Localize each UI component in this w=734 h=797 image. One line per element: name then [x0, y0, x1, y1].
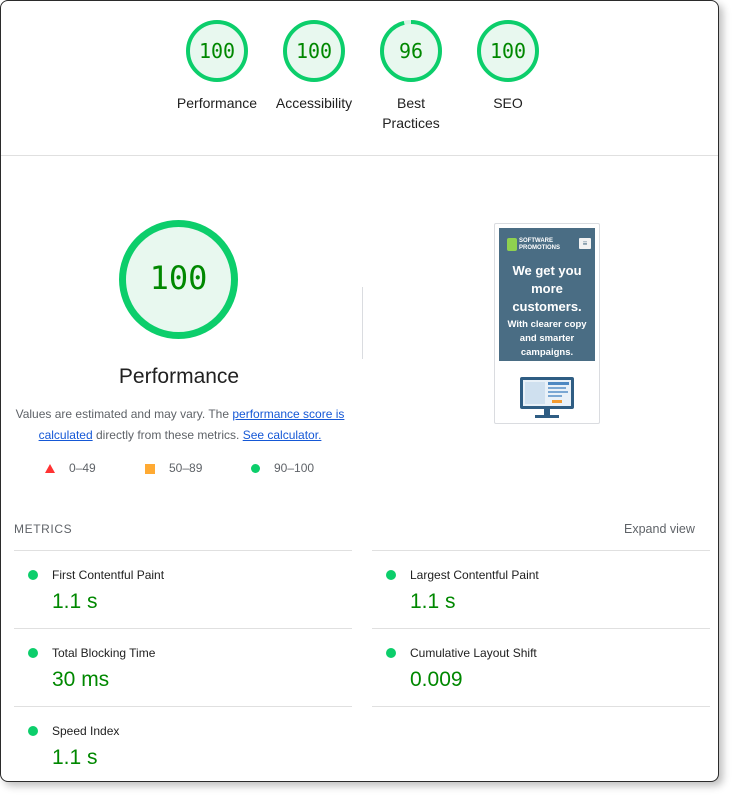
final-screenshot[interactable]: SOFTWARE PROMOTIONS ≡ We get you more cu… [494, 223, 600, 424]
performance-title: Performance [118, 365, 240, 388]
legend-fail: 0–49 [45, 461, 96, 475]
gauge-label: Accessibility [275, 95, 353, 111]
metrics-heading: METRICS [14, 522, 73, 536]
metric-value: 1.1 s [52, 590, 98, 613]
score-description: Values are estimated and may vary. The p… [13, 404, 347, 446]
legend-pass: 90–100 [251, 461, 314, 475]
gauge-label: SEO [493, 95, 523, 111]
circle-icon [251, 464, 260, 474]
divider [14, 550, 352, 551]
gauge-ring: 100 [476, 19, 540, 83]
metric-value: 0.009 [410, 668, 463, 691]
legend-range: 50–89 [169, 461, 203, 475]
performance-gauge-large: 100 [118, 219, 239, 340]
desc-text: directly from these metrics. [92, 428, 243, 442]
gauge-score: 100 [198, 39, 236, 63]
pass-circle-icon [28, 570, 38, 580]
gauge-label: Performance [176, 95, 258, 111]
metric-value: 1.1 s [52, 746, 98, 769]
metric-title: Speed Index [52, 724, 120, 738]
screenshot-subheadline: With clearer copy and smarter campaigns. [507, 319, 587, 358]
pass-circle-icon [386, 570, 396, 580]
divider [372, 550, 710, 551]
pass-circle-icon [28, 726, 38, 736]
gauge-best-practices[interactable]: 96 Best Practices [366, 19, 456, 133]
pass-circle-icon [28, 648, 38, 658]
screenshot-headline: We get you more customers. [512, 263, 582, 314]
divider [372, 706, 710, 707]
see-calculator-link[interactable]: See calculator. [243, 428, 322, 442]
metric-title: Total Blocking Time [52, 646, 156, 660]
gauge-accessibility[interactable]: 100 Accessibility [269, 19, 359, 113]
divider [372, 628, 710, 629]
metric-title: Cumulative Layout Shift [410, 646, 537, 660]
metric-value: 30 ms [52, 668, 110, 691]
expand-view-toggle[interactable]: Expand view [624, 522, 695, 536]
gauge-performance[interactable]: 100 Performance [172, 19, 262, 113]
metric-value: 1.1 s [410, 590, 456, 613]
gauge-ring: 96 [379, 19, 443, 83]
triangle-icon [45, 464, 55, 474]
screenshot-hero: SOFTWARE PROMOTIONS ≡ We get you more cu… [499, 228, 595, 361]
square-icon [145, 463, 155, 474]
desc-text: Values are estimated and may vary. The [15, 407, 233, 421]
legend-average: 50–89 [145, 461, 202, 475]
gauge-score: 96 [398, 39, 424, 63]
divider [14, 628, 352, 629]
monitor-illustration-icon [520, 377, 574, 418]
divider [14, 706, 352, 707]
gauge-seo[interactable]: 100 SEO [463, 19, 553, 113]
site-logo: SOFTWARE PROMOTIONS [507, 236, 563, 254]
performance-score: 100 [149, 259, 208, 297]
gauge-ring: 100 [185, 19, 249, 83]
gauge-ring: 100 [282, 19, 346, 83]
legend-range: 90–100 [274, 461, 315, 475]
logo-text: PROMOTIONS [519, 245, 561, 251]
pass-circle-icon [386, 648, 396, 658]
gauge-score: 100 [489, 39, 527, 63]
category-gauges: 100 Performance 100 Accessibility 96 Bes… [1, 1, 718, 156]
metric-title: Largest Contentful Paint [410, 568, 539, 582]
divider [362, 287, 363, 359]
metric-title: First Contentful Paint [52, 568, 165, 582]
hamburger-menu-icon: ≡ [579, 238, 591, 249]
metric-speed-index: Speed Index 1.1 s [28, 723, 348, 781]
gauge-score: 100 [295, 39, 333, 63]
legend-range: 0–49 [69, 461, 96, 475]
lighthouse-report: 100 Performance 100 Accessibility 96 Bes… [0, 0, 719, 782]
gauge-label: Best Practices [382, 95, 440, 131]
logo-mark-icon [507, 238, 517, 251]
